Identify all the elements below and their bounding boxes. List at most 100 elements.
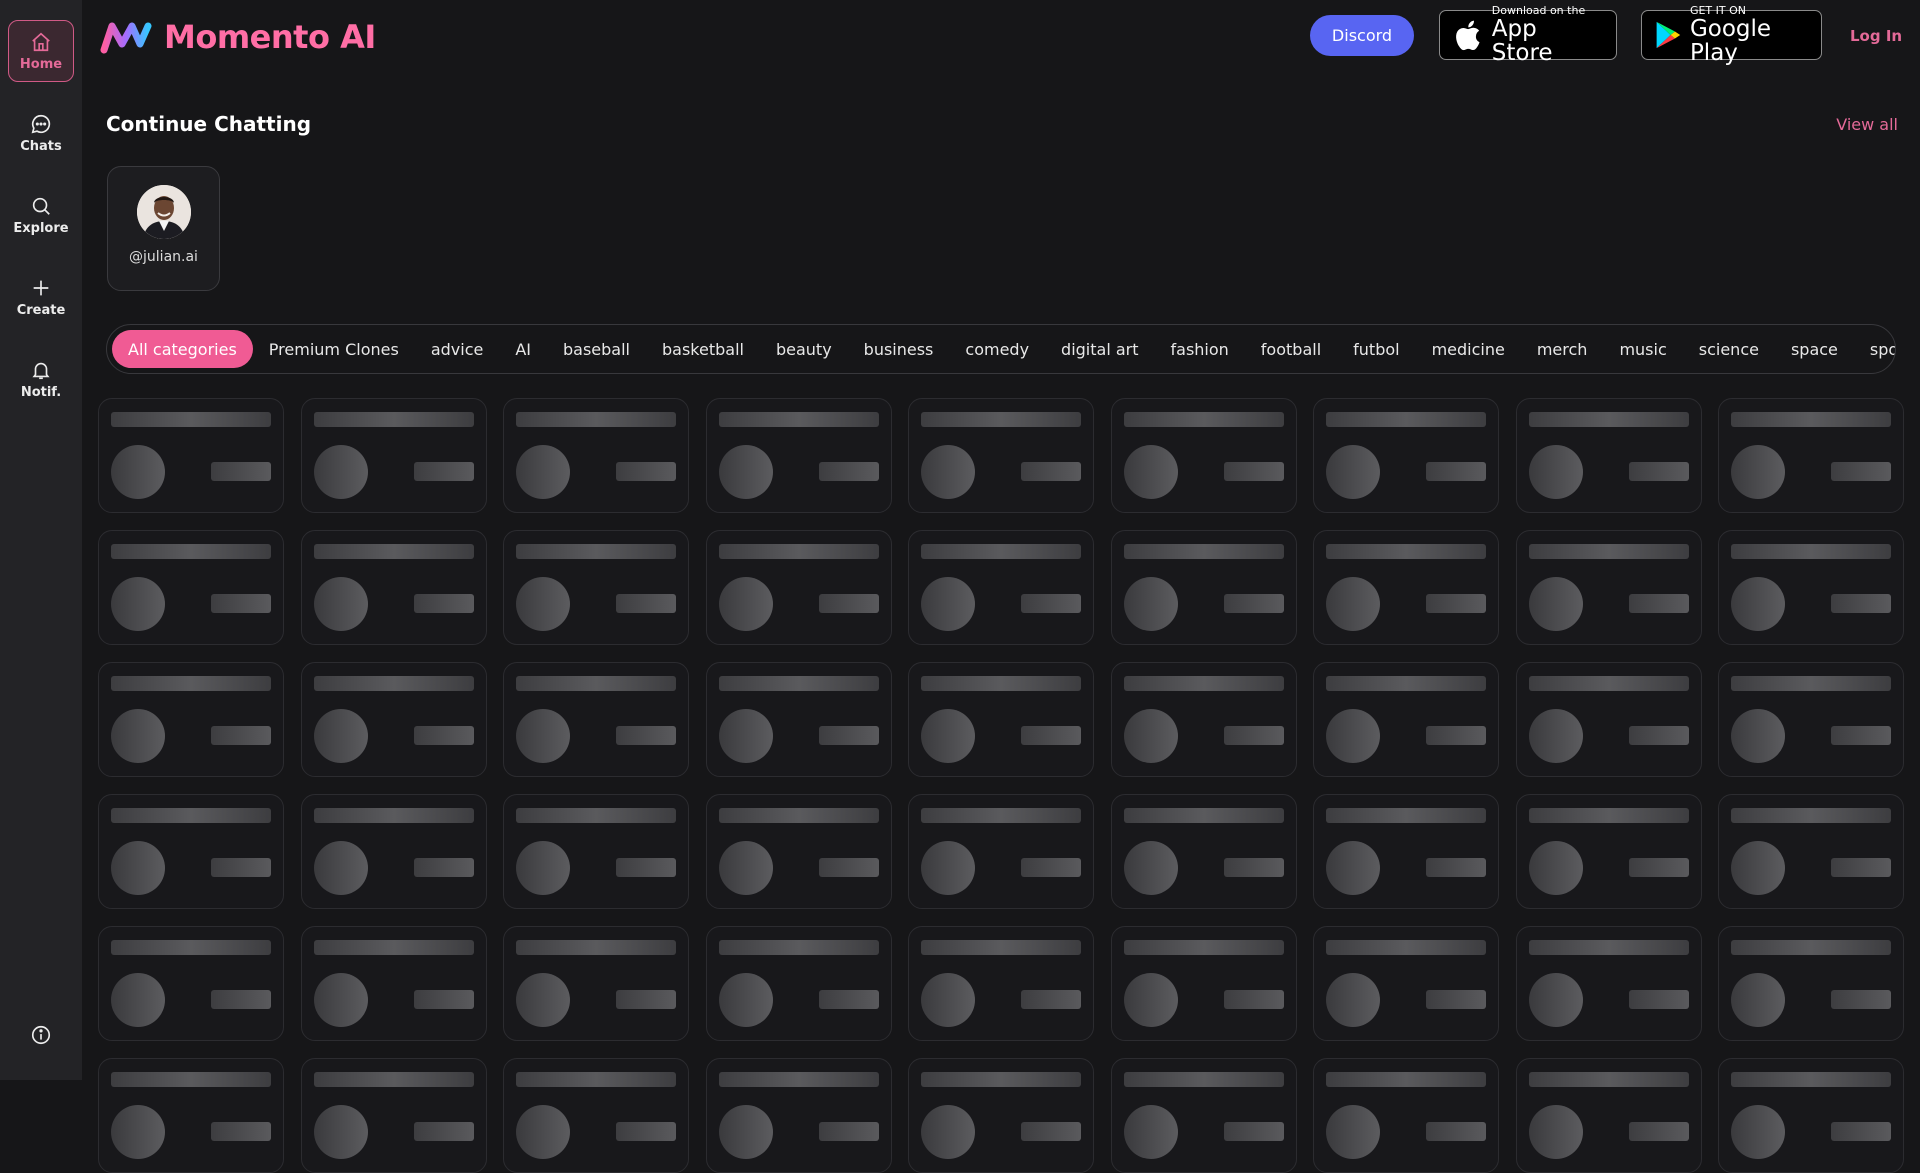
skeleton-card <box>908 1058 1094 1173</box>
category-chip[interactable]: futbol <box>1337 330 1415 368</box>
skeleton-placeholder <box>111 445 165 499</box>
google-play-icon <box>1656 21 1681 49</box>
category-chip[interactable]: AI <box>499 330 547 368</box>
skeleton-placeholder <box>1528 577 1583 631</box>
skeleton-placeholder <box>313 445 368 499</box>
category-chip[interactable]: Premium Clones <box>253 330 415 368</box>
skeleton-placeholder <box>616 1122 676 1141</box>
skeleton-placeholder <box>516 412 676 427</box>
category-chip[interactable]: music <box>1603 330 1682 368</box>
skeleton-card <box>1515 926 1702 1041</box>
skeleton-card <box>1110 794 1297 909</box>
category-chip[interactable]: spo <box>1854 330 1895 368</box>
skeleton-placeholder <box>516 808 676 823</box>
skeleton-placeholder <box>211 1122 271 1141</box>
apple-icon <box>1456 20 1480 51</box>
category-chip[interactable]: comedy <box>949 330 1045 368</box>
recent-chat-card[interactable]: @julian.ai <box>107 166 220 291</box>
skeleton-placeholder <box>516 841 570 895</box>
category-chip[interactable]: fashion <box>1155 330 1245 368</box>
skeleton-placeholder <box>1731 841 1785 895</box>
skeleton-card <box>1313 1058 1499 1173</box>
category-chip[interactable]: business <box>848 330 950 368</box>
discord-button[interactable]: Discord <box>1310 15 1414 56</box>
skeleton-placeholder <box>1326 808 1486 823</box>
category-chip[interactable]: baseball <box>547 330 646 368</box>
skeleton-placeholder <box>1528 709 1583 763</box>
skeleton-card <box>908 794 1094 909</box>
skeleton-placeholder <box>718 709 773 763</box>
skeleton-placeholder <box>1528 940 1689 955</box>
skeleton-placeholder <box>516 577 570 631</box>
skeleton-placeholder <box>1426 594 1486 613</box>
skeleton-placeholder <box>921 445 975 499</box>
app-logo[interactable]: Momento AI <box>100 18 376 56</box>
skeleton-placeholder <box>1223 726 1284 745</box>
skeleton-placeholder <box>1021 594 1081 613</box>
sidebar-item-chats[interactable]: Chats <box>8 102 74 164</box>
bell-icon <box>32 362 50 379</box>
sidebar-item-create[interactable]: Create <box>8 266 74 328</box>
sidebar-item-notifications[interactable]: Notif. <box>8 348 74 410</box>
skeleton-placeholder <box>413 462 474 481</box>
sidebar-item-explore[interactable]: Explore <box>8 184 74 246</box>
skeleton-card <box>908 398 1094 513</box>
skeleton-placeholder <box>1326 940 1486 955</box>
category-chip[interactable]: advice <box>415 330 500 368</box>
category-chip[interactable]: space <box>1775 330 1854 368</box>
category-chip[interactable]: merch <box>1521 330 1604 368</box>
skeleton-placeholder <box>1123 577 1178 631</box>
skeleton-placeholder <box>1021 726 1081 745</box>
skeleton-placeholder <box>1731 445 1785 499</box>
skeleton-placeholder <box>313 676 474 691</box>
skeleton-placeholder <box>1528 973 1583 1027</box>
skeleton-card <box>1718 926 1904 1041</box>
skeleton-placeholder <box>1831 462 1891 481</box>
login-link[interactable]: Log In <box>1850 27 1902 45</box>
category-chip[interactable]: digital art <box>1045 330 1154 368</box>
skeleton-card <box>1110 530 1297 645</box>
skeleton-card <box>705 662 892 777</box>
skeleton-placeholder <box>1731 676 1891 691</box>
category-chip[interactable]: beauty <box>760 330 848 368</box>
sidebar-item-home[interactable]: Home <box>8 20 74 82</box>
category-chip[interactable]: football <box>1245 330 1337 368</box>
category-chip[interactable]: medicine <box>1416 330 1521 368</box>
category-chip[interactable]: science <box>1683 330 1775 368</box>
app-store-badge[interactable]: Download on the App Store <box>1439 5 1617 65</box>
skeleton-card <box>1515 662 1702 777</box>
skeleton-placeholder <box>1326 1105 1380 1159</box>
skeleton-placeholder <box>718 808 879 823</box>
chat-handle: @julian.ai <box>129 249 198 265</box>
sidebar-item-label: Chats <box>20 138 62 154</box>
skeleton-placeholder <box>1528 412 1689 427</box>
skeleton-placeholder <box>111 709 165 763</box>
skeleton-placeholder <box>718 841 773 895</box>
skeleton-placeholder <box>616 726 676 745</box>
skeleton-card <box>1718 398 1904 513</box>
skeleton-placeholder <box>921 709 975 763</box>
category-chip-all[interactable]: All categories <box>112 330 253 368</box>
google-play-badge[interactable]: GET IT ON Google Play <box>1641 5 1822 65</box>
skeleton-placeholder <box>1123 709 1178 763</box>
skeleton-placeholder <box>313 841 368 895</box>
skeleton-placeholder <box>1123 676 1284 691</box>
skeleton-placeholder <box>1021 858 1081 877</box>
skeleton-placeholder <box>1731 973 1785 1027</box>
skeleton-placeholder <box>211 594 271 613</box>
skeleton-placeholder <box>111 973 165 1027</box>
view-all-link[interactable]: View all <box>1836 115 1898 134</box>
category-chip[interactable]: basketball <box>646 330 760 368</box>
skeleton-placeholder <box>1528 841 1583 895</box>
skeleton-placeholder <box>1628 462 1689 481</box>
skeleton-placeholder <box>1528 808 1689 823</box>
skeleton-placeholder <box>718 577 773 631</box>
skeleton-placeholder <box>1528 676 1689 691</box>
info-button[interactable] <box>26 1020 56 1050</box>
skeleton-placeholder <box>1223 858 1284 877</box>
skeleton-placeholder <box>718 544 879 559</box>
skeleton-placeholder <box>516 676 676 691</box>
skeleton-placeholder <box>516 1105 570 1159</box>
skeleton-placeholder <box>313 412 474 427</box>
skeleton-placeholder <box>1326 973 1380 1027</box>
